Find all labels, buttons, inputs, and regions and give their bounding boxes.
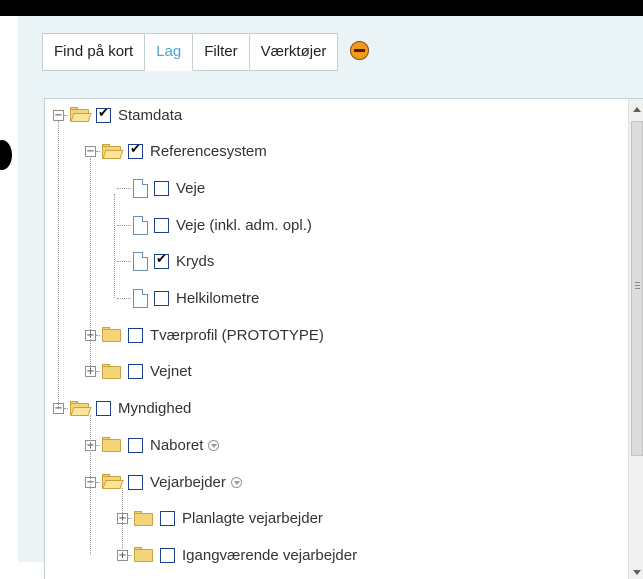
collapse-node-icon[interactable]: − bbox=[53, 109, 64, 121]
tree-guide-line bbox=[90, 157, 91, 372]
tree-connector bbox=[128, 518, 132, 520]
tree-scrollbar[interactable] bbox=[628, 99, 643, 579]
tree-node-veje[interactable]: Veje bbox=[117, 176, 205, 200]
layer-checkbox[interactable] bbox=[128, 437, 143, 453]
info-dropdown-icon[interactable] bbox=[208, 439, 220, 451]
tree-node-label: Naboret bbox=[150, 436, 204, 454]
layer-document-icon bbox=[133, 215, 148, 235]
tree-connector bbox=[64, 114, 68, 116]
tree-node-helkilometre[interactable]: Helkilometre bbox=[117, 287, 259, 311]
tree-node-label: Kryds bbox=[176, 253, 215, 271]
layer-checkbox[interactable] bbox=[128, 364, 143, 380]
tree-node-kryds[interactable]: Kryds bbox=[117, 250, 214, 274]
tree-guide-line bbox=[58, 121, 59, 409]
layer-checkbox[interactable] bbox=[154, 291, 169, 306]
top-bar bbox=[0, 0, 643, 16]
grip-icon bbox=[635, 282, 640, 283]
folder-open-icon bbox=[70, 107, 92, 123]
layer-checkbox[interactable] bbox=[128, 142, 143, 160]
tree-guide-line bbox=[122, 488, 123, 556]
tree-connector bbox=[117, 298, 131, 299]
layer-tree-box: − Stamdata − Referencesystem Veje Veje (inkl.… bbox=[44, 98, 643, 579]
layer-checkbox[interactable] bbox=[160, 511, 175, 527]
layer-document-icon bbox=[133, 289, 148, 308]
info-dropdown-icon[interactable] bbox=[230, 476, 242, 488]
tree-node-label: Referencesystem bbox=[150, 143, 267, 161]
layer-checkbox[interactable] bbox=[154, 217, 169, 233]
folder-icon bbox=[102, 437, 122, 453]
tree-node-stamdata[interactable]: − Stamdata bbox=[53, 103, 182, 127]
tree-node-tvaerprofil[interactable]: + Tværprofil (PROTOTYPE) bbox=[85, 323, 324, 347]
tree-node-naboret[interactable]: + Naboret bbox=[85, 433, 220, 457]
edge-marker bbox=[0, 140, 12, 170]
collapse-panel-icon[interactable] bbox=[350, 41, 370, 60]
tree-connector bbox=[117, 187, 131, 189]
tree-node-planlagte[interactable]: + Planlagte vejarbejder bbox=[117, 507, 323, 531]
tree-node-igangvaerende[interactable]: + Igangværende vejarbejder bbox=[117, 543, 357, 567]
tree-node-label: Planlagte vejarbejder bbox=[182, 510, 323, 528]
tree-guide-line bbox=[90, 414, 91, 556]
panel-tabs: Find på kort Lag Filter Værktøjer bbox=[42, 33, 370, 71]
tab-filter[interactable]: Filter bbox=[193, 33, 250, 71]
layer-checkbox[interactable] bbox=[128, 327, 143, 343]
tree-node-veje-inkl[interactable]: Veje (inkl. adm. opl.) bbox=[117, 213, 312, 237]
tree-connector bbox=[128, 554, 132, 556]
tab-find-pa-kort[interactable]: Find på kort bbox=[42, 33, 146, 71]
tree-node-referencesystem[interactable]: − Referencesystem bbox=[85, 140, 267, 164]
tree-connector bbox=[117, 224, 131, 226]
layer-panel: Find på kort Lag Filter Værktøjer − Stamd… bbox=[18, 16, 643, 579]
scroll-up-icon[interactable] bbox=[633, 107, 641, 112]
folder-open-icon bbox=[70, 400, 92, 417]
folder-icon bbox=[134, 510, 154, 527]
tree-node-label: Igangværende vejarbejder bbox=[182, 546, 358, 564]
tree-connector bbox=[96, 444, 100, 446]
scroll-thumb[interactable] bbox=[631, 121, 643, 456]
tree-node-label: Tværprofil (PROTOTYPE) bbox=[150, 326, 324, 344]
tree-connector bbox=[96, 371, 100, 373]
tree-node-label: Vejnet bbox=[150, 363, 192, 381]
scroll-down-icon[interactable] bbox=[633, 570, 641, 575]
folder-icon bbox=[102, 327, 122, 343]
tree-node-label: Vejarbejder bbox=[150, 473, 226, 491]
tree-node-label: Veje (inkl. adm. opl.) bbox=[176, 216, 312, 234]
tab-lag[interactable]: Lag bbox=[145, 33, 194, 71]
tree-connector bbox=[117, 261, 131, 263]
tree-connector bbox=[96, 151, 100, 153]
tree-node-label: Myndighed bbox=[118, 400, 192, 418]
tree-connector bbox=[64, 408, 68, 410]
layer-checkbox[interactable] bbox=[96, 106, 111, 123]
folder-open-icon bbox=[102, 143, 124, 160]
tree-connector bbox=[96, 481, 100, 483]
layer-document-icon bbox=[133, 252, 148, 272]
collapse-node-icon[interactable]: − bbox=[85, 146, 96, 158]
tree-guide-line bbox=[114, 194, 115, 299]
folder-icon bbox=[102, 363, 122, 380]
tree-node-label: Helkilometre bbox=[176, 290, 260, 307]
layer-checkbox[interactable] bbox=[128, 474, 143, 490]
layer-checkbox[interactable] bbox=[154, 252, 169, 270]
tree-node-label: Veje bbox=[176, 179, 206, 197]
folder-open-icon bbox=[102, 474, 124, 490]
tree-connector bbox=[96, 334, 100, 336]
tree-node-vejarbejder[interactable]: − Vejarbejder bbox=[85, 470, 242, 494]
folder-icon bbox=[134, 547, 154, 563]
tree-node-label: Stamdata bbox=[118, 106, 183, 124]
tab-vaerktojer[interactable]: Værktøjer bbox=[249, 33, 339, 71]
tree-node-myndighed[interactable]: − Myndighed bbox=[53, 397, 191, 421]
layer-checkbox[interactable] bbox=[96, 401, 111, 417]
layer-document-icon bbox=[133, 178, 148, 198]
tree-node-vejnet[interactable]: + Vejnet bbox=[85, 360, 192, 384]
layer-checkbox[interactable] bbox=[160, 547, 175, 563]
layer-checkbox[interactable] bbox=[154, 180, 169, 196]
